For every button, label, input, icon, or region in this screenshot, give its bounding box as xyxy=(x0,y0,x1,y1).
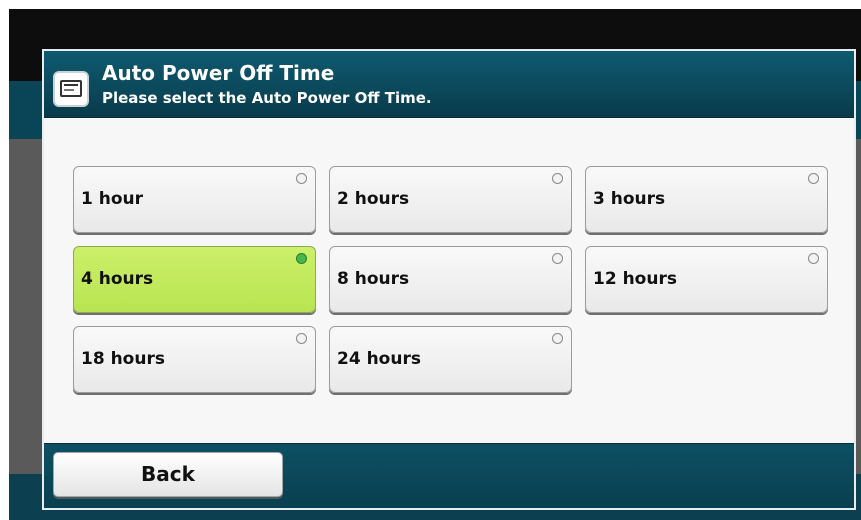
device-screen: Auto Power Off Time Please select the Au… xyxy=(9,9,861,520)
option-1-hour[interactable]: 1 hour xyxy=(73,166,316,233)
radio-indicator-icon xyxy=(296,333,307,344)
screen-glyph xyxy=(60,80,82,97)
option-label: 2 hours xyxy=(337,189,410,209)
panel-screen-icon xyxy=(53,71,89,107)
dialog-header: Auto Power Off Time Please select the Au… xyxy=(44,51,854,118)
option-24-hours[interactable]: 24 hours xyxy=(329,326,572,393)
option-label: 24 hours xyxy=(337,349,421,369)
option-label: 8 hours xyxy=(337,269,410,289)
option-2-hours[interactable]: 2 hours xyxy=(329,166,572,233)
back-button[interactable]: Back xyxy=(53,452,283,497)
option-18-hours[interactable]: 18 hours xyxy=(73,326,316,393)
dialog-title: Auto Power Off Time xyxy=(102,61,335,85)
radio-indicator-icon xyxy=(808,253,819,264)
option-12-hours[interactable]: 12 hours xyxy=(585,246,828,313)
radio-indicator-icon xyxy=(552,173,563,184)
auto-power-off-dialog: Auto Power Off Time Please select the Au… xyxy=(42,49,856,510)
option-label: 12 hours xyxy=(593,269,677,289)
dialog-subtitle: Please select the Auto Power Off Time. xyxy=(102,89,432,107)
radio-indicator-icon xyxy=(808,173,819,184)
radio-indicator-icon xyxy=(296,173,307,184)
option-label: 18 hours xyxy=(81,349,165,369)
option-8-hours[interactable]: 8 hours xyxy=(329,246,572,313)
dialog-footer: Back xyxy=(44,443,854,508)
radio-indicator-icon xyxy=(552,333,563,344)
option-label: 1 hour xyxy=(81,189,144,209)
radio-indicator-icon xyxy=(296,253,307,264)
option-label: 3 hours xyxy=(593,189,666,209)
radio-indicator-icon xyxy=(552,253,563,264)
option-3-hours[interactable]: 3 hours xyxy=(585,166,828,233)
option-4-hours[interactable]: 4 hours xyxy=(73,246,316,313)
option-label: 4 hours xyxy=(81,269,154,289)
